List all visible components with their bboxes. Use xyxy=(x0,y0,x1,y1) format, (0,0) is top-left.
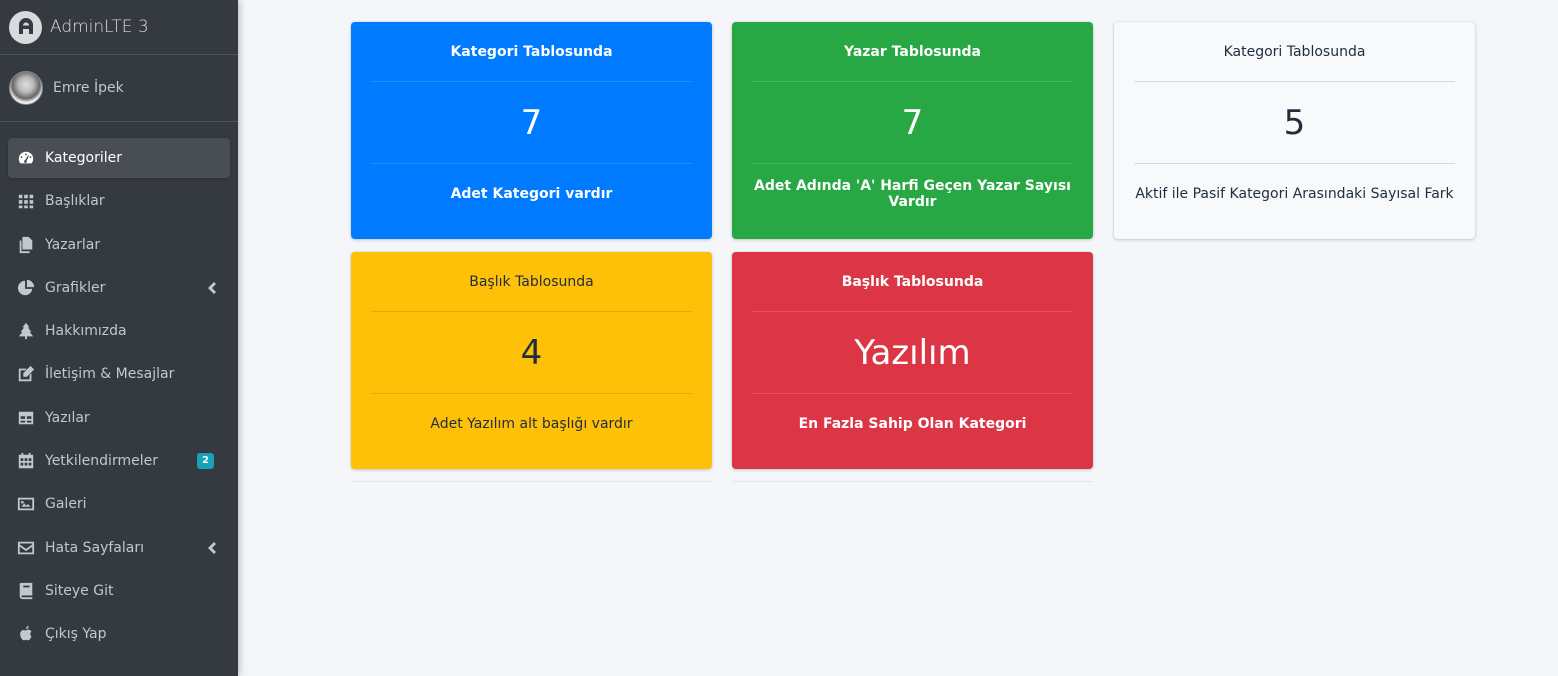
sidebar-item-label: Hakkımızda xyxy=(45,323,127,340)
chevron-left-icon[interactable] xyxy=(206,541,216,555)
sidebar-item-galeri[interactable]: Galeri xyxy=(8,484,230,524)
image-icon xyxy=(16,494,36,514)
card-header: Yazar Tablosunda xyxy=(752,22,1073,82)
sidebar-item-label: Çıkış Yap xyxy=(45,626,107,643)
copy-icon xyxy=(16,235,36,255)
sidebar-item-label: Yazarlar xyxy=(45,236,101,253)
main-sidebar: AdminLTE 3 Emre İpek Kategoriler Başlıkl… xyxy=(0,0,238,676)
card-header: Kategori Tablosunda xyxy=(371,22,692,82)
stat-card-baslik-kategori: Başlık Tablosunda Yazılım En Fazla Sahip… xyxy=(732,252,1093,469)
pie-chart-icon xyxy=(16,278,36,298)
table-icon xyxy=(16,408,36,428)
card-value: 7 xyxy=(752,83,1073,164)
sidebar-item-hakkimizda[interactable]: Hakkımızda xyxy=(8,311,230,351)
stat-card-baslik-yazilim: Başlık Tablosunda 4 Adet Yazılım alt baş… xyxy=(351,252,712,469)
sidebar-item-label: Grafikler xyxy=(45,279,106,296)
calendar-icon xyxy=(16,451,36,471)
sidebar-item-kategoriler[interactable]: Kategoriler xyxy=(8,138,230,178)
sidebar-item-yetkilendirmeler[interactable]: Yetkilendirmeler 2 xyxy=(8,441,230,481)
sidebar-item-basliklar[interactable]: Başlıklar xyxy=(8,181,230,221)
avatar xyxy=(9,71,43,105)
card-header: Kategori Tablosunda xyxy=(1134,22,1455,82)
sidebar-item-hata-sayfalari[interactable]: Hata Sayfaları xyxy=(8,528,230,568)
stat-card-kategori: Kategori Tablosunda 7 Adet Kategori vard… xyxy=(351,22,712,239)
user-name[interactable]: Emre İpek xyxy=(53,80,124,96)
card-value: 5 xyxy=(1134,83,1455,164)
card-header: Başlık Tablosunda xyxy=(752,252,1073,312)
sidebar-item-label: Yazılar xyxy=(45,409,90,426)
sidebar-item-label: Siteye Git xyxy=(45,582,114,599)
sidebar-item-siteye-git[interactable]: Siteye Git xyxy=(8,571,230,611)
book-icon xyxy=(16,581,36,601)
sidebar-item-grafikler[interactable]: Grafikler xyxy=(8,268,230,308)
sidebar-item-label: Kategoriler xyxy=(45,150,122,166)
divider xyxy=(732,481,1093,482)
stat-card-kategori-fark: Kategori Tablosunda 5 Aktif ile Pasif Ka… xyxy=(1114,22,1475,239)
grid-icon xyxy=(16,191,36,211)
envelope-icon xyxy=(16,538,36,558)
sidebar-item-label: Başlıklar xyxy=(45,193,105,210)
brand-link[interactable]: AdminLTE 3 xyxy=(0,0,238,55)
sidebar-item-label: Hata Sayfaları xyxy=(45,539,144,556)
sidebar-item-label: Yetkilendirmeler xyxy=(45,453,158,470)
sidebar-item-cikis-yap[interactable]: Çıkış Yap xyxy=(8,614,230,654)
card-value: Yazılım xyxy=(752,313,1073,394)
tachometer-icon xyxy=(16,148,36,168)
chevron-left-icon[interactable] xyxy=(206,281,216,295)
user-panel[interactable]: Emre İpek xyxy=(0,55,238,122)
sidebar-item-yazilar[interactable]: Yazılar xyxy=(8,398,230,438)
sidebar-nav: Kategoriler Başlıklar Yazarlar Grafikler… xyxy=(0,122,238,654)
tree-icon xyxy=(16,321,36,341)
sidebar-item-yazarlar[interactable]: Yazarlar xyxy=(8,225,230,265)
brand-text: AdminLTE 3 xyxy=(50,17,149,37)
sidebar-item-label: İletişim & Mesajlar xyxy=(45,366,175,383)
divider xyxy=(351,481,712,482)
brand-logo-icon xyxy=(9,10,42,44)
card-footer: En Fazla Sahip Olan Kategori xyxy=(798,416,1027,432)
card-footer: Adet Yazılım alt başlığı vardır xyxy=(430,416,633,432)
card-footer: Adet Kategori vardır xyxy=(450,186,613,202)
notification-badge: 2 xyxy=(197,453,214,470)
card-footer: Adet Adında 'A' Harfi Geçen Yazar Sayısı… xyxy=(754,178,1071,210)
card-value: 4 xyxy=(371,313,692,394)
card-value: 7 xyxy=(371,83,692,164)
sidebar-item-iletisim[interactable]: İletişim & Mesajlar xyxy=(8,354,230,394)
stat-card-yazar: Yazar Tablosunda 7 Adet Adında 'A' Harfi… xyxy=(732,22,1093,239)
edit-icon xyxy=(16,364,36,384)
sidebar-item-label: Galeri xyxy=(45,496,87,513)
card-header: Başlık Tablosunda xyxy=(371,252,692,312)
apple-icon xyxy=(16,624,36,644)
card-footer: Aktif ile Pasif Kategori Arasındaki Sayı… xyxy=(1135,186,1454,202)
